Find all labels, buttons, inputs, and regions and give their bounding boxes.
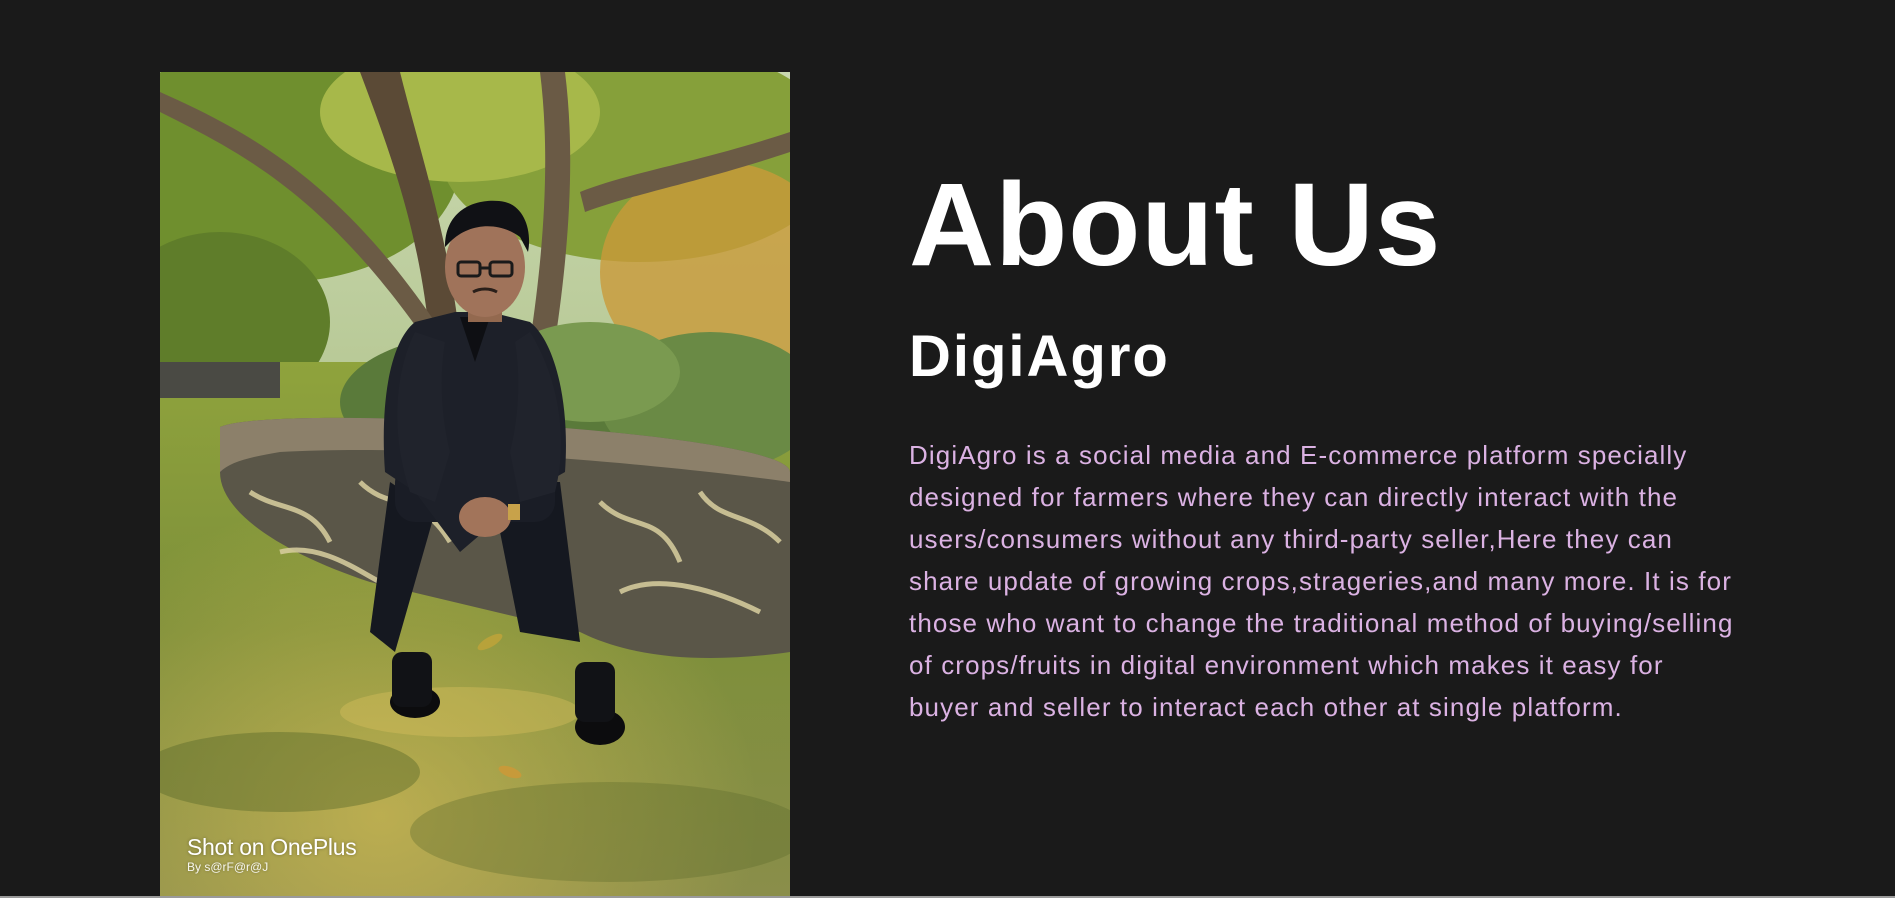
watermark-author: By s@rF@r@J [187, 860, 269, 874]
about-section: Shot on OnePlus By s@rF@r@J About Us Dig… [0, 0, 1895, 898]
brand-subtitle: DigiAgro [909, 324, 1170, 389]
photo-watermark: Shot on OnePlus By s@rF@r@J [187, 834, 357, 874]
about-description: DigiAgro is a social media and E-commerc… [909, 440, 1734, 722]
about-text-column: About Us DigiAgro DigiAgro is a social m… [909, 150, 1749, 728]
page-title: About Us [909, 159, 1442, 291]
profile-photo-illustration [160, 72, 790, 896]
watermark-device: Shot on OnePlus [187, 834, 357, 860]
profile-photo: Shot on OnePlus By s@rF@r@J [160, 72, 790, 896]
